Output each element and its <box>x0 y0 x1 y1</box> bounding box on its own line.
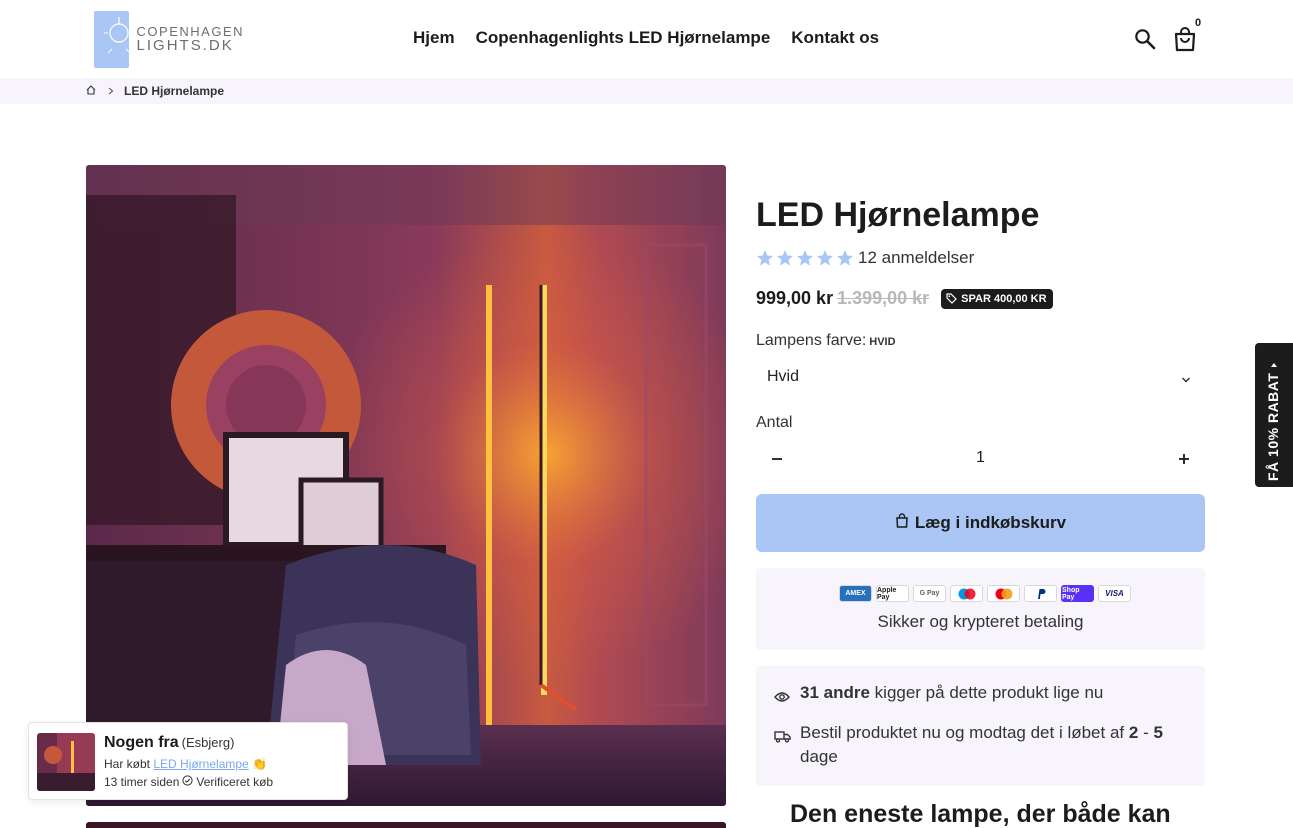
save-badge-text: SPAR 400,00 KR <box>961 292 1047 305</box>
product-image[interactable] <box>86 165 726 806</box>
popup-name: Nogen fra <box>104 734 179 751</box>
mastercard-icon <box>987 585 1020 602</box>
nav-item-product[interactable]: Copenhagenlights LED Hjørnelampe <box>476 28 771 48</box>
amex-icon: AMEX <box>839 585 872 602</box>
google-pay-icon: G Pay <box>913 585 946 602</box>
description-heading: Den eneste lampe, der både kan <box>790 800 1171 828</box>
cart-count-badge: 0 <box>1195 17 1202 29</box>
discount-side-tab[interactable]: FÅ 10% RABAT <box>1255 343 1293 487</box>
payment-icons: AMEX Apple Pay G Pay Shop Pay VISA <box>839 585 1131 602</box>
product-info-box: 31 andre kigger på dette produkt lige nu… <box>756 666 1205 786</box>
compare-price: 1.399,00 kr <box>837 288 930 308</box>
shopping-bag-icon <box>895 513 909 533</box>
product-thumbnail[interactable] <box>86 822 726 828</box>
site-logo[interactable]: COPENHAGEN LIGHTS.DK <box>94 10 244 68</box>
popup-product-link[interactable]: LED Hjørnelampe <box>153 757 248 771</box>
tag-icon <box>946 293 958 304</box>
search-icon[interactable] <box>1133 27 1157 51</box>
clapping-icon: 👏 <box>252 757 268 771</box>
home-icon[interactable] <box>86 84 96 98</box>
add-to-cart-button[interactable]: Læg i indkøbskurv <box>756 494 1205 552</box>
popup-bought-prefix: Har købt <box>104 757 154 771</box>
chevron-right-icon <box>108 84 114 98</box>
shop-pay-icon: Shop Pay <box>1061 585 1094 602</box>
color-select[interactable]: Hvid <box>756 360 1205 394</box>
delivery-row: Bestil produktet nu og modtag det i løbe… <box>774 721 1190 769</box>
delivery-max-days: 5 <box>1153 723 1163 742</box>
plus-icon[interactable] <box>1173 448 1195 470</box>
breadcrumb-current: LED Hjørnelampe <box>124 84 225 98</box>
delivery-days-label: dage <box>800 747 838 766</box>
variant-label: Lampens farve: HVID <box>756 332 896 350</box>
popup-bought-line: Har købt LED Hjørnelampe 👏 <box>104 757 267 771</box>
delivery-text: Bestil produktet nu og modtag det i løbe… <box>800 723 1129 742</box>
viewers-text: kigger på dette produkt lige nu <box>869 683 1104 702</box>
shopping-bag-icon[interactable] <box>1173 26 1197 52</box>
variant-selected-value: HVID <box>869 336 896 348</box>
popup-product-thumbnail <box>37 733 95 791</box>
nav-item-contact[interactable]: Kontakt os <box>791 28 879 48</box>
breadcrumb: LED Hjørnelampe <box>0 78 1293 104</box>
popup-city: (Esbjerg) <box>181 735 235 750</box>
main-nav: Hjem Copenhagenlights LED Hjørnelampe Ko… <box>413 28 879 48</box>
product-rating[interactable]: 12 anmeldelser <box>756 248 974 268</box>
logo-line2: LIGHTS.DK <box>136 37 234 54</box>
review-count: 12 anmeldelser <box>858 248 975 267</box>
product-title: LED Hjørnelampe <box>756 196 1040 234</box>
nav-item-home[interactable]: Hjem <box>413 28 455 48</box>
star-rating-icons <box>756 249 854 267</box>
visa-icon: VISA <box>1098 585 1131 602</box>
lightbulb-logo-icon <box>94 10 134 68</box>
discount-tab-label: FÅ 10% RABAT <box>1265 372 1281 481</box>
quantity-input[interactable]: 1 <box>756 449 1205 467</box>
chevron-down-icon <box>1181 371 1191 389</box>
save-badge: SPAR 400,00 KR <box>941 288 1053 309</box>
logo-text: COPENHAGEN LIGHTS.DK <box>136 25 244 54</box>
paypal-icon <box>1024 585 1057 602</box>
popup-title: Nogen fra (Esbjerg) <box>104 734 234 752</box>
apple-pay-icon: Apple Pay <box>876 585 909 602</box>
truck-icon <box>774 726 791 750</box>
quantity-label: Antal <box>756 414 793 431</box>
viewers-count: 31 andre <box>800 683 870 702</box>
popup-verified: Verificeret køb <box>196 775 274 789</box>
delivery-separator: - <box>1138 723 1154 742</box>
secure-payment-text: Sikker og krypteret betaling <box>877 612 1084 631</box>
quantity-stepper: 1 <box>756 440 1205 478</box>
price-row: 999,00 kr 1.399,00 kr SPAR 400,00 KR <box>756 288 1053 309</box>
sale-price: 999,00 kr <box>756 288 834 308</box>
add-to-cart-label: Læg i indkøbskurv <box>914 513 1067 532</box>
variant-label-text: Lampens farve: <box>756 332 867 349</box>
recent-purchase-popup[interactable]: Nogen fra (Esbjerg) Har købt LED Hjørnela… <box>28 722 348 800</box>
eye-icon <box>774 686 790 710</box>
viewers-row: 31 andre kigger på dette produkt lige nu <box>774 681 1190 705</box>
site-header: COPENHAGEN LIGHTS.DK Hjem Copenhagenligh… <box>0 0 1293 78</box>
maestro-icon <box>950 585 983 602</box>
popup-meta: 13 timer siden Verificeret køb <box>104 775 273 789</box>
caret-up-icon <box>1270 355 1278 373</box>
color-select-value: Hvid <box>767 368 800 385</box>
payment-box: AMEX Apple Pay G Pay Shop Pay VISA Sikke… <box>756 568 1205 650</box>
check-circle-icon <box>182 775 193 789</box>
popup-time: 13 timer siden <box>104 775 180 789</box>
delivery-min-days: 2 <box>1128 723 1139 742</box>
